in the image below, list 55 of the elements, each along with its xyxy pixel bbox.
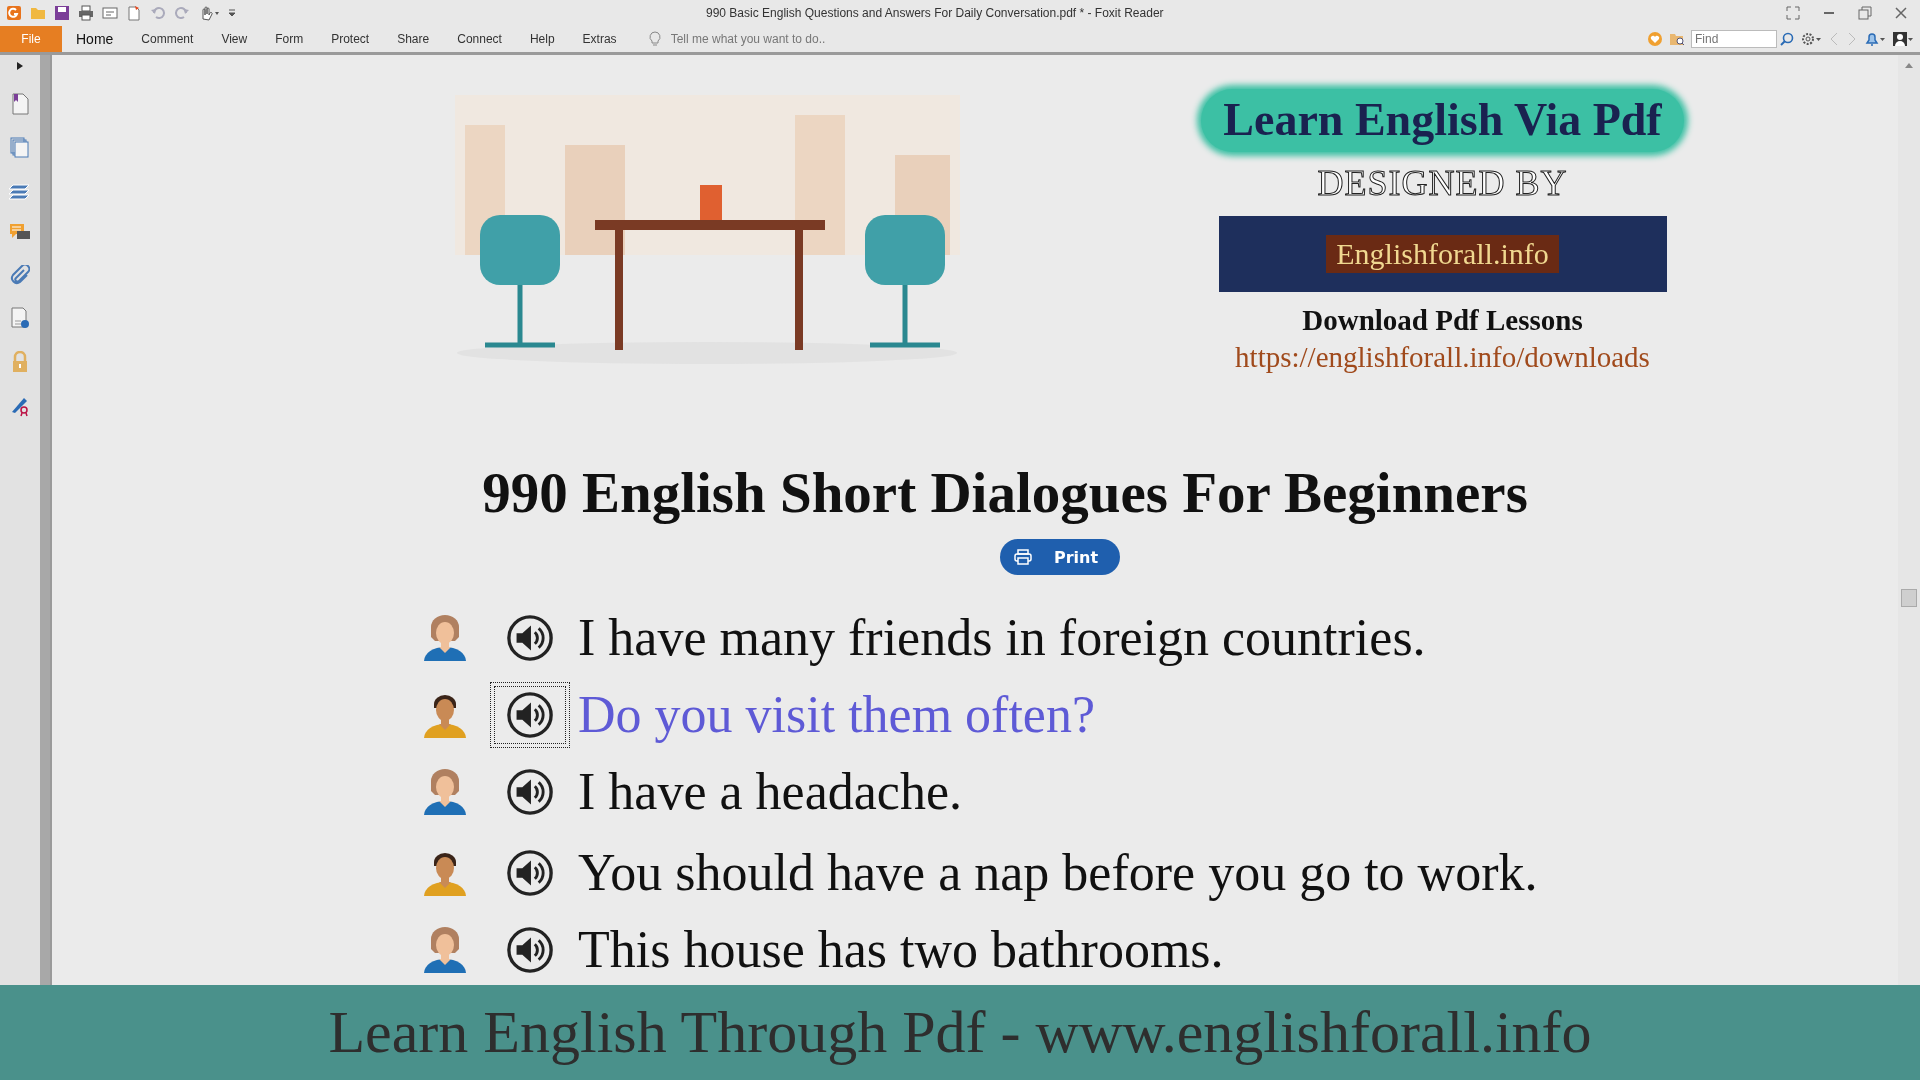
ribbon-tab[interactable]: Connect (443, 26, 516, 52)
download-link[interactable]: https://englishforall.info/downloads (1235, 341, 1650, 374)
dialogue-line[interactable]: You should have a nap before you go to work. (578, 843, 1538, 902)
scroll-up-icon[interactable] (1904, 61, 1914, 69)
lightbulb-icon (648, 31, 661, 47)
dialogue-line[interactable]: I have many friends in foreign countries. (578, 608, 1426, 667)
brand-banner: Learn English Via Pdf (1201, 89, 1684, 152)
dialogue-line[interactable]: This house has two bathrooms. (578, 920, 1224, 979)
dialogue-line[interactable]: I have a headache. (578, 762, 962, 821)
bookmark-page-icon[interactable] (10, 93, 30, 115)
person-icon (422, 614, 468, 661)
person-icon (422, 768, 468, 815)
speaker-icon (506, 767, 554, 816)
pages-icon[interactable] (10, 137, 30, 159)
ribbon-tab[interactable]: Protect (317, 26, 384, 52)
site-logo-text: Englishforall.info (1326, 235, 1559, 273)
user-account-icon[interactable] (1892, 31, 1914, 47)
download-heading: Download Pdf Lessons (1302, 304, 1583, 337)
speaker-icon (506, 925, 554, 974)
print-button[interactable]: Print (999, 539, 1121, 575)
speaker-icon (506, 848, 554, 897)
ribbon-tab[interactable]: Comment (127, 26, 208, 52)
speaker-icon (506, 690, 554, 739)
app-logo-icon (6, 5, 22, 21)
signed-document-icon[interactable] (10, 307, 30, 329)
pen-certificate-icon[interactable] (10, 395, 30, 417)
new-document-icon[interactable] (126, 5, 142, 21)
speaker-icon (506, 613, 554, 662)
ribbon-tab[interactable]: Extras (568, 26, 631, 52)
scrollbar-thumb[interactable] (1901, 589, 1917, 607)
bell-icon[interactable] (1864, 31, 1886, 47)
ribbon-tab[interactable]: Home (62, 26, 128, 52)
person-icon (422, 926, 468, 973)
footer-banner: Learn English Through Pdf - www.englishforall.info (0, 985, 1920, 1080)
restore-icon[interactable] (1858, 6, 1872, 20)
ribbon-tab[interactable]: Form (261, 26, 318, 52)
designed-by-label: DESIGNED BY (1317, 162, 1568, 204)
dialogue-line[interactable]: Do you visit them often? (578, 685, 1096, 744)
ribbon-tab[interactable]: Help (515, 26, 569, 52)
print-icon[interactable] (78, 5, 94, 21)
document-title: 990 English Short Dialogues For Beginners (481, 460, 1529, 525)
close-icon[interactable] (1894, 6, 1908, 20)
gear-icon[interactable] (1800, 31, 1822, 47)
find-field[interactable]: Find (1691, 30, 1777, 48)
expand-arrow-icon[interactable] (16, 61, 24, 71)
save-icon[interactable] (54, 5, 70, 21)
folder-search-icon[interactable] (1669, 31, 1685, 47)
ribbon-tab[interactable]: Share (383, 26, 444, 52)
search-icon[interactable] (1780, 32, 1794, 46)
printer-icon (1013, 549, 1032, 565)
ribbon-tab[interactable]: View (207, 26, 262, 52)
layers-icon[interactable] (9, 181, 31, 201)
window-title: 990 Basic English Questions and Answers For Daily Conversation.pdf * - Foxit Reader (706, 6, 1165, 20)
tell-me-field[interactable]: Tell me what you want to do.. (648, 31, 893, 47)
paperclip-icon[interactable] (10, 265, 30, 285)
